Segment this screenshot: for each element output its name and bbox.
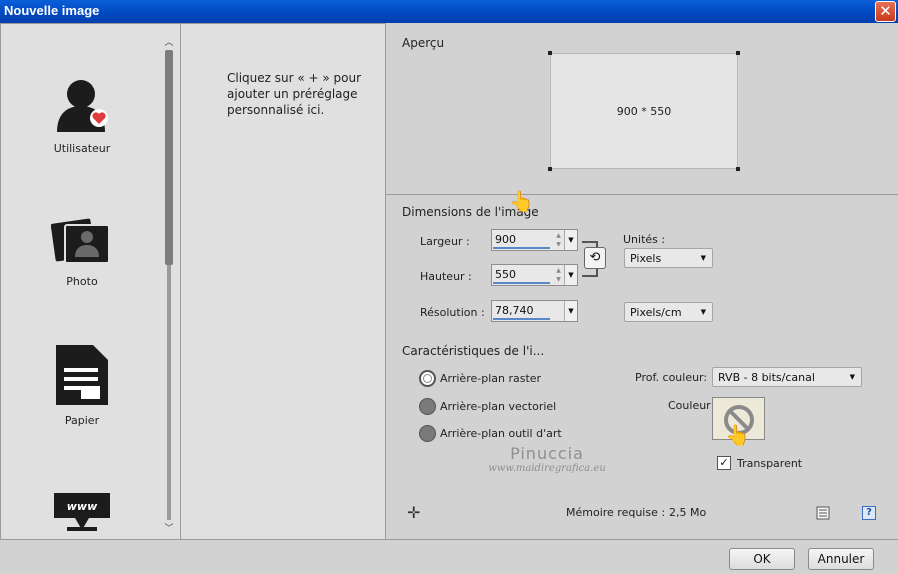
height-value: 550 bbox=[495, 268, 516, 281]
resolution-slider bbox=[493, 318, 550, 320]
preview-handle bbox=[548, 51, 552, 55]
height-dropdown[interactable]: ▼ bbox=[564, 265, 577, 285]
section-divider bbox=[386, 194, 898, 195]
characteristics-title: Caractéristiques de l'i... bbox=[402, 344, 545, 358]
width-dropdown[interactable]: ▼ bbox=[564, 230, 577, 250]
resolution-label: Résolution : bbox=[420, 306, 485, 319]
preset-scrollbar[interactable]: ︿ ﹀ bbox=[164, 34, 174, 534]
units-value: Pixels bbox=[630, 252, 662, 265]
radio-button[interactable] bbox=[419, 370, 436, 387]
preview-title: Aperçu bbox=[402, 36, 445, 50]
height-slider bbox=[493, 282, 550, 284]
aspect-lock-button[interactable]: ⟲ bbox=[584, 247, 606, 269]
document-info-icon[interactable] bbox=[816, 506, 830, 520]
chevron-down-icon: ▼ bbox=[849, 373, 855, 381]
memory-value: 2,5 Mo bbox=[669, 506, 707, 519]
preset-paper-label: Papier bbox=[64, 414, 100, 427]
preset-photo-label: Photo bbox=[66, 275, 98, 288]
watermark-url: www.maidiregrafica.eu bbox=[488, 463, 606, 474]
settings-panel: Aperçu 900 * 550 Dimensions de l'image L… bbox=[385, 23, 898, 540]
radio-button[interactable] bbox=[419, 398, 436, 415]
photo-icon bbox=[51, 218, 110, 264]
add-preset-icon[interactable]: ✛ bbox=[407, 505, 421, 521]
custom-preset-hint: Cliquez sur « + » pour ajouter un prérég… bbox=[227, 71, 362, 117]
scroll-up-icon[interactable]: ︿ bbox=[164, 38, 174, 48]
scroll-down-icon[interactable]: ﹀ bbox=[164, 524, 174, 534]
pointer-hand-icon: 👆 bbox=[509, 189, 534, 213]
preset-user[interactable]: Utilisateur bbox=[41, 74, 123, 155]
width-label: Largeur : bbox=[420, 235, 470, 248]
transparent-label: Transparent bbox=[737, 457, 803, 470]
ok-button[interactable]: OK bbox=[729, 548, 795, 570]
preview-dimensions: 900 * 550 bbox=[616, 105, 672, 118]
width-spinner[interactable]: ▲ ▼ bbox=[554, 231, 563, 249]
help-icon[interactable]: ? bbox=[862, 506, 876, 520]
preview-handle bbox=[736, 51, 740, 55]
height-spinner[interactable]: ▲ ▼ bbox=[554, 266, 563, 284]
window-title: Nouvelle image bbox=[4, 3, 100, 18]
units-select[interactable]: Pixels ▼ bbox=[624, 248, 713, 268]
preset-list: Utilisateur Photo Papier www ︿ ﹀ bbox=[0, 23, 181, 540]
memory-label: Mémoire requise : bbox=[566, 506, 666, 519]
custom-presets-panel: Cliquez sur « + » pour ajouter un prérég… bbox=[181, 23, 385, 540]
resolution-value: 78,740 bbox=[495, 304, 534, 317]
color-label: Couleur : bbox=[668, 399, 718, 412]
resolution-dropdown[interactable]: ▼ bbox=[564, 301, 577, 321]
color-depth-select[interactable]: RVB - 8 bits/canal ▼ bbox=[712, 367, 862, 387]
chevron-down-icon: ▼ bbox=[700, 308, 706, 316]
resolution-input[interactable]: 78,740 ▼ bbox=[491, 300, 578, 322]
height-label: Hauteur : bbox=[420, 270, 472, 283]
watermark-name: Pinuccia bbox=[510, 444, 584, 463]
preview-box: 900 * 550 bbox=[548, 51, 740, 171]
title-bar: Nouvelle image ✕ bbox=[0, 0, 898, 23]
cancel-button[interactable]: Annuler bbox=[808, 548, 874, 570]
new-image-dialog: Utilisateur Photo Papier www ︿ ﹀ Cliquez… bbox=[0, 23, 898, 574]
preset-paper[interactable]: Papier bbox=[41, 344, 123, 427]
button-bar: OK Annuler bbox=[0, 540, 898, 574]
resolution-units-value: Pixels/cm bbox=[630, 306, 682, 319]
transparent-checkbox[interactable]: ✓ bbox=[717, 456, 731, 470]
preview-handle bbox=[548, 167, 552, 171]
radio-art-label: Arrière-plan outil d'art bbox=[440, 427, 562, 440]
chevron-down-icon: ▼ bbox=[700, 254, 706, 262]
paper-icon bbox=[56, 345, 108, 405]
preview-handle bbox=[736, 167, 740, 171]
height-input[interactable]: 550 ▲ ▼ ▼ bbox=[491, 264, 578, 286]
color-depth-value: RVB - 8 bits/canal bbox=[718, 371, 815, 384]
color-depth-label: Prof. couleur: bbox=[635, 371, 708, 384]
radio-vector-label: Arrière-plan vectoriel bbox=[440, 400, 557, 413]
resolution-units-select[interactable]: Pixels/cm ▼ bbox=[624, 302, 713, 322]
width-value: 900 bbox=[495, 233, 516, 246]
user-heart-icon bbox=[57, 80, 108, 132]
pointer-hand-icon: 👆 bbox=[725, 423, 750, 447]
web-icon: www bbox=[54, 493, 110, 531]
units-label: Unités : bbox=[623, 233, 666, 246]
watermark: Pinuccia www.maidiregrafica.eu bbox=[482, 444, 612, 474]
svg-text:www: www bbox=[67, 500, 98, 513]
preset-user-label: Utilisateur bbox=[53, 142, 111, 155]
width-input[interactable]: 900 ▲ ▼ ▼ bbox=[491, 229, 578, 251]
preset-web[interactable]: www bbox=[41, 492, 123, 532]
radio-raster-label: Arrière-plan raster bbox=[440, 372, 542, 385]
close-button[interactable]: ✕ bbox=[875, 1, 896, 22]
preset-photo[interactable]: Photo bbox=[41, 217, 123, 288]
width-slider bbox=[493, 247, 550, 249]
radio-button[interactable] bbox=[419, 425, 436, 442]
scroll-thumb[interactable] bbox=[165, 50, 173, 265]
